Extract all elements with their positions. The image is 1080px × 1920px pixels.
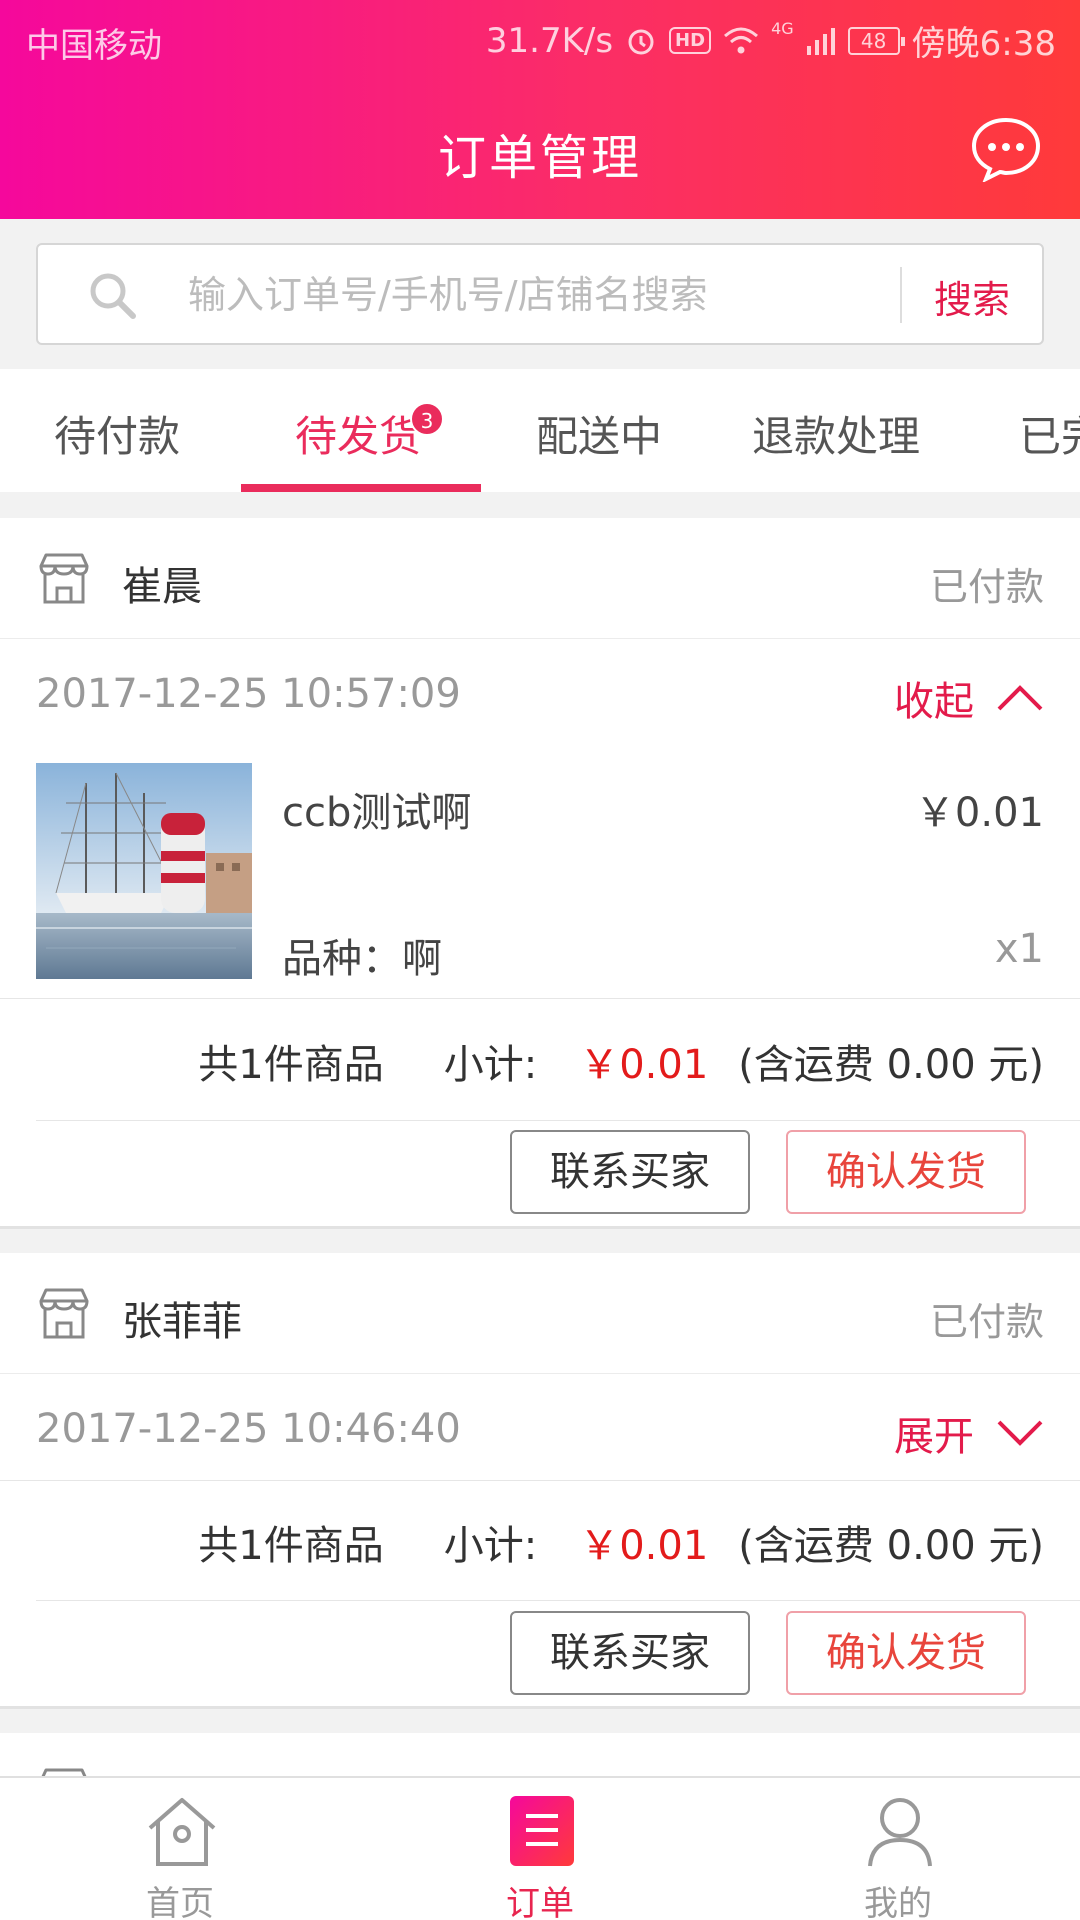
expand-toggle[interactable]: 展开 (894, 1404, 1044, 1462)
product-image[interactable] (36, 763, 252, 979)
signal-icon (806, 27, 835, 55)
order-shop-row: 崔晨 已付款 (0, 518, 1080, 639)
nav-profile-label: 我的 (864, 1884, 932, 1920)
subtotal-amount: ￥0.01 (579, 1523, 709, 1569)
status-bar: 中国移动 31.7K/s HD 4G 48 傍晚6:38 (0, 0, 1080, 76)
alarm-icon (628, 29, 654, 54)
tab-completed[interactable]: 已完成 (1019, 403, 1080, 464)
divider (0, 998, 1080, 999)
order-time-row: 2017-12-25 10:46:40 展开 (0, 1374, 1080, 1482)
order-summary: 共1件商品 小计: ￥0.01 (含运费 0.00 元) (198, 1032, 1044, 1090)
order-status-tabs: 待付款 待发货 配送中 退款处理 已完成 (0, 369, 1080, 492)
item-count: 共1件商品 (198, 1042, 384, 1088)
search-box: 搜索 (36, 243, 1044, 345)
shipping-note: (含运费 0.00 元) (738, 1523, 1044, 1569)
tab-badge-count: 3 (410, 402, 444, 436)
user-icon (868, 1798, 932, 1867)
search-area: 搜索 (0, 219, 1080, 369)
order-status: 已付款 (929, 1300, 1044, 1344)
order-list-icon (510, 1796, 574, 1866)
order-time: 2017-12-25 10:57:09 (36, 671, 461, 717)
order-summary: 共1件商品 小计: ￥0.01 (含运费 0.00 元) (198, 1513, 1044, 1571)
search-input[interactable] (188, 263, 928, 327)
carrier-label: 中国移动 (26, 26, 162, 66)
nav-orders[interactable]: 订单 (440, 1778, 640, 1920)
clock: 傍晚6:38 (911, 24, 1056, 64)
product-price: ￥0.01 (914, 790, 1044, 836)
search-icon (90, 273, 136, 319)
tab-pending-payment[interactable]: 待付款 (54, 403, 180, 464)
nav-home-label: 首页 (146, 1884, 214, 1920)
order-card: 张菲菲 已付款 2017-12-25 10:46:40 展开 共1件商品 小计:… (0, 1253, 1080, 1709)
nav-orders-label: 订单 (506, 1884, 574, 1920)
collapse-toggle[interactable]: 收起 (894, 669, 1044, 727)
divider (0, 1480, 1080, 1481)
nav-profile[interactable]: 我的 (798, 1778, 998, 1920)
subtotal-amount: ￥0.01 (579, 1042, 709, 1088)
product-photo (36, 763, 252, 979)
order-shop-row: 张菲菲 已付款 (0, 1253, 1080, 1374)
product-variant: 品种：啊 (282, 936, 442, 982)
shop-icon (39, 553, 89, 604)
battery-icon: 48 (847, 26, 905, 55)
collapse-label: 收起 (894, 679, 974, 725)
order-time-row: 2017-12-25 10:57:09 收起 (0, 639, 1080, 747)
confirm-shipment-button[interactable]: 确认发货 (786, 1611, 1026, 1695)
network-type: 4G (771, 19, 794, 38)
subtotal-label: 小计: (443, 1523, 538, 1569)
product-name: ccb测试啊 (282, 790, 472, 836)
shop-icon (39, 1288, 89, 1339)
item-count: 共1件商品 (198, 1523, 384, 1569)
expand-label: 展开 (894, 1414, 974, 1460)
shipping-note: (含运费 0.00 元) (738, 1042, 1044, 1088)
divider (36, 1120, 1080, 1121)
tab-pending-shipment[interactable]: 待发货 (295, 403, 421, 464)
contact-buyer-button[interactable]: 联系买家 (510, 1611, 750, 1695)
search-divider (900, 267, 902, 323)
buyer-name: 崔晨 (122, 564, 202, 610)
tab-refund[interactable]: 退款处理 (752, 403, 920, 464)
buyer-name: 张菲菲 (122, 1299, 242, 1345)
divider (36, 1600, 1080, 1601)
chat-bubble-icon[interactable] (970, 116, 1042, 182)
app-header: 中国移动 31.7K/s HD 4G 48 傍晚6:38 订单管理 (0, 0, 1080, 219)
hd-badge: HD (669, 27, 712, 54)
order-status: 已付款 (929, 565, 1044, 609)
active-tab-indicator (241, 484, 481, 492)
wifi-icon (724, 27, 759, 53)
tab-delivering[interactable]: 配送中 (536, 403, 662, 464)
chevron-down-icon (997, 1420, 1043, 1446)
confirm-shipment-button[interactable]: 确认发货 (786, 1130, 1026, 1214)
chevron-up-icon (997, 685, 1043, 711)
product-quantity: x1 (994, 926, 1044, 972)
bottom-navigation: 首页 订单 我的 (0, 1776, 1080, 1920)
order-card: 崔晨 已付款 2017-12-25 10:57:09 收起 ccb测试啊 ￥0.… (0, 518, 1080, 1229)
search-button[interactable]: 搜索 (934, 269, 1010, 324)
status-bar-right: 31.7K/s HD 4G 48 傍晚6:38 (486, 16, 1056, 65)
nav-home[interactable]: 首页 (80, 1778, 280, 1920)
home-icon (148, 1798, 216, 1866)
subtotal-label: 小计: (443, 1042, 538, 1088)
order-time: 2017-12-25 10:46:40 (36, 1406, 461, 1452)
page-title: 订单管理 (437, 130, 642, 186)
network-speed: 31.7K/s (485, 20, 614, 61)
contact-buyer-button[interactable]: 联系买家 (510, 1130, 750, 1214)
